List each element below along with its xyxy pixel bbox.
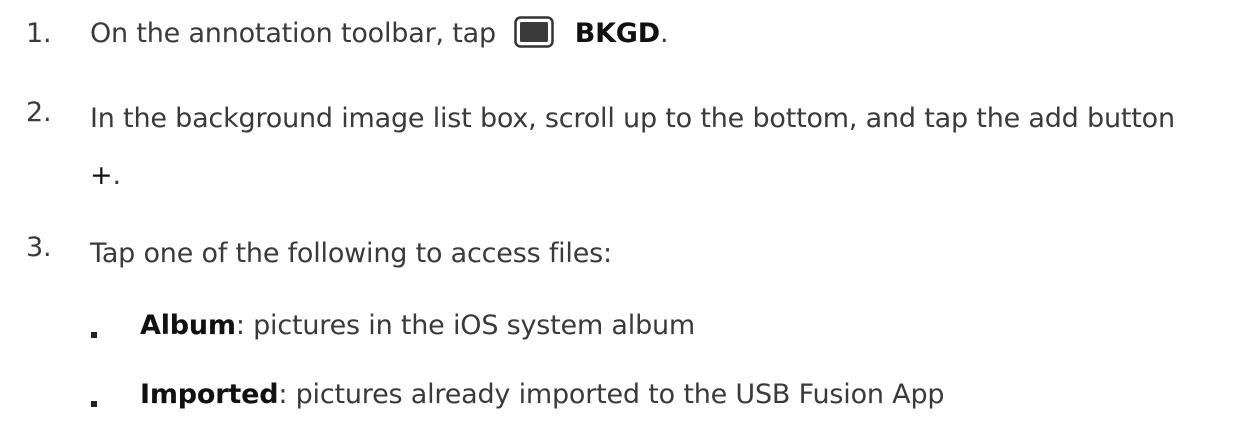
step-text: On the annotation toolbar, tap BKGD. <box>90 12 1207 56</box>
step-instruction: In the background image list box, scroll… <box>90 103 1175 134</box>
option-description: : pictures in the iOS system album <box>235 310 696 341</box>
bullet-icon <box>91 401 97 407</box>
add-symbol: + <box>90 160 113 191</box>
step-number: 1. <box>26 18 52 49</box>
step-number: 3. <box>26 232 52 263</box>
option-description: : pictures already imported to the USB F… <box>278 379 945 410</box>
step-punct: . <box>112 160 121 191</box>
option-text: Album: pictures in the iOS system album <box>140 310 695 341</box>
option-label: Album <box>140 310 236 341</box>
background-panel-icon <box>514 16 555 48</box>
option-label: Imported <box>140 379 279 410</box>
step-text: Tap one of the following to access files… <box>90 225 1207 282</box>
step-punct: . <box>659 18 669 49</box>
step-instruction: On the annotation toolbar, tap <box>90 18 496 49</box>
step-instruction: Tap one of the following to access files… <box>90 238 612 269</box>
step-text: In the background image list box, scroll… <box>90 90 1207 204</box>
option-text: Imported: pictures already imported to t… <box>140 379 945 410</box>
bkgd-label: BKGD <box>574 18 660 49</box>
bullet-icon <box>91 332 97 338</box>
step-number: 2. <box>26 97 52 128</box>
